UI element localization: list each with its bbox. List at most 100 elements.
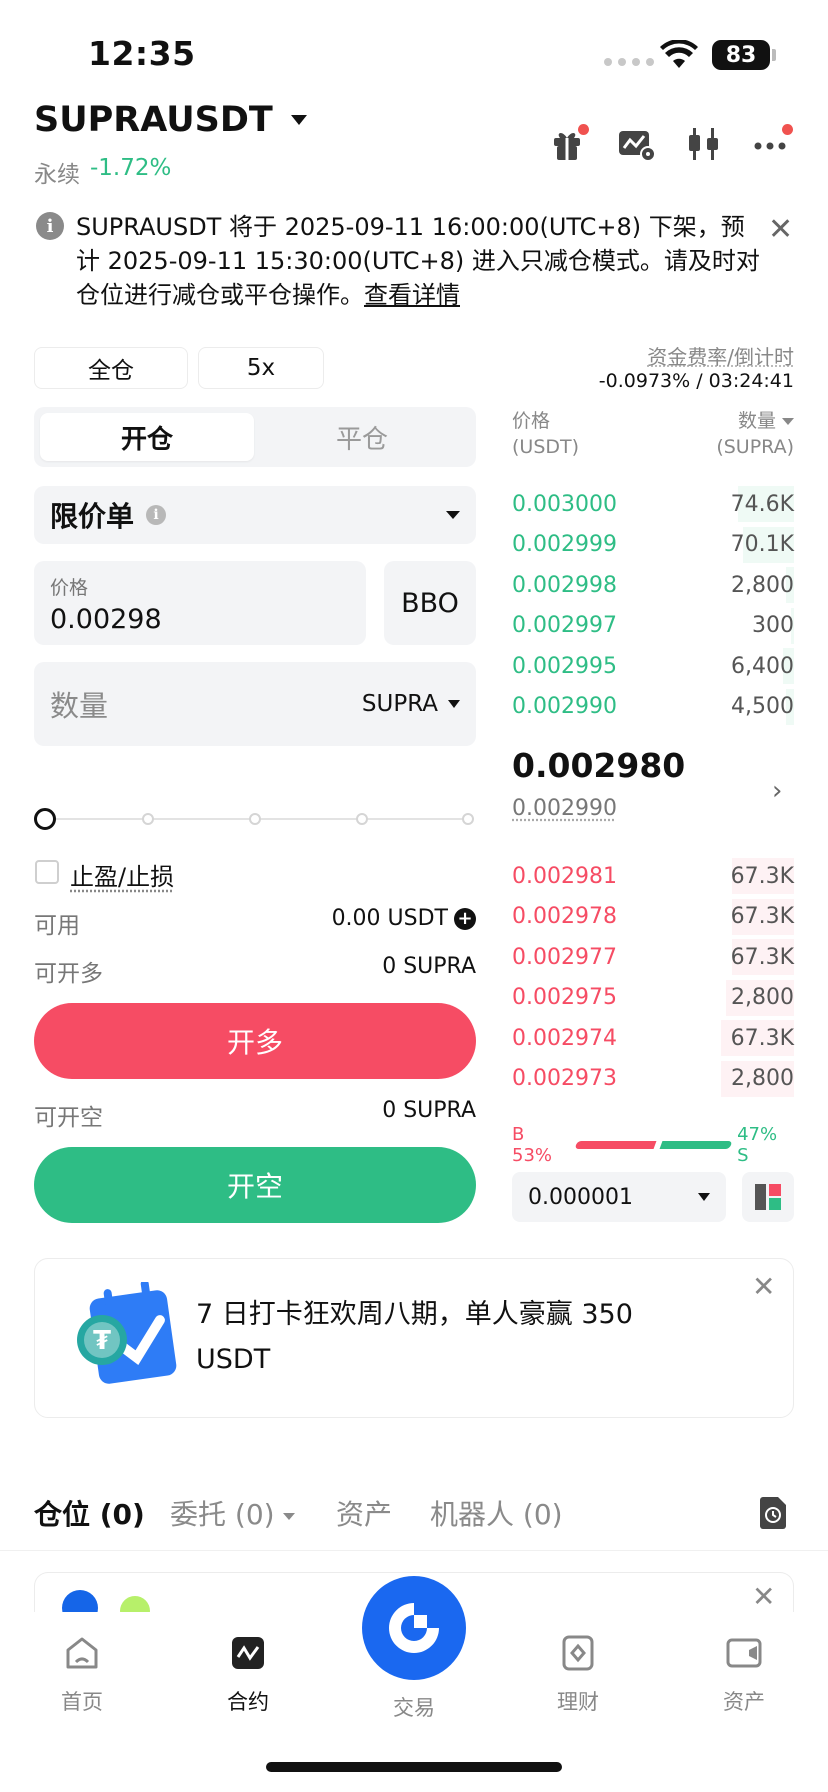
orderbook-row[interactable]: 0.002990 4,500 — [512, 687, 794, 727]
more-icon[interactable] — [752, 124, 793, 164]
max-short-value: 0 SUPRA — [382, 1098, 476, 1123]
max-short-label: 可开空 — [34, 1105, 103, 1131]
quantity-placeholder: 数量 — [50, 689, 109, 723]
orderbook-qty: 2,800 — [731, 985, 794, 1010]
nav-assets-label: 资产 — [723, 1690, 765, 1714]
deposit-plus-icon[interactable]: + — [454, 908, 476, 930]
tpsl-label[interactable]: 止盈/止损 — [70, 857, 174, 892]
precision-select[interactable]: 0.000001 — [512, 1172, 726, 1222]
orderbook-price: 0.002999 — [512, 532, 617, 557]
margin-mode-button[interactable]: 全仓 — [34, 347, 188, 389]
slider-step-25[interactable] — [142, 813, 154, 825]
max-long-value: 0 SUPRA — [382, 954, 476, 979]
calendar-check-icon: ₮ — [70, 1279, 180, 1398]
tab-close[interactable]: 平仓 — [254, 413, 470, 461]
orderbook-row[interactable]: 0.002997 300 — [512, 606, 794, 646]
open-short-button[interactable]: 开空 — [34, 1147, 476, 1223]
tab-positions[interactable]: 仓位 (0) — [34, 1493, 145, 1533]
orderbook-row[interactable]: 0.002978 67.3K — [512, 897, 794, 937]
slider-step-100[interactable] — [462, 813, 474, 825]
close-icon[interactable]: ✕ — [752, 1580, 775, 1613]
gift-icon[interactable] — [548, 124, 589, 164]
divider — [0, 1550, 828, 1551]
funding-rate-value: -0.0973% / 03:24:41 — [598, 370, 794, 392]
orderbook-qty: 67.3K — [730, 863, 794, 889]
wallet-icon — [726, 1638, 762, 1668]
tab-assets[interactable]: 资产 — [336, 1493, 392, 1533]
nav-earn[interactable]: 理财 — [518, 1634, 638, 1716]
battery-cap — [772, 49, 776, 61]
chevron-down-icon — [446, 511, 460, 519]
nav-contract-label: 合约 — [227, 1690, 269, 1714]
funding-rate-label[interactable]: 资金费率/倒计时 — [580, 341, 794, 370]
orderbook-qty-header[interactable]: 数量 (SUPRA) — [650, 408, 794, 460]
sell-ratio-bar — [659, 1141, 733, 1149]
nav-trade-label[interactable]: 交易 — [354, 1692, 474, 1722]
available-label: 可用 — [34, 913, 80, 939]
tab-orders[interactable]: 委托 (0) — [170, 1493, 296, 1533]
price-value[interactable]: 0.00298 — [50, 604, 350, 635]
precision-value: 0.000001 — [528, 1184, 633, 1210]
orderbook-qty: 2,800 — [731, 1066, 794, 1091]
orderbook-row[interactable]: 0.002998 2,800 — [512, 565, 794, 605]
tpsl-checkbox[interactable] — [35, 860, 59, 884]
orderbook-row[interactable]: 0.002981 67.3K — [512, 856, 794, 896]
buy-ratio-bar — [574, 1141, 657, 1149]
slider-step-75[interactable] — [356, 813, 368, 825]
price-header: 价格 — [512, 410, 551, 432]
quantity-unit-select[interactable]: SUPRA — [362, 691, 460, 717]
slider-step-50[interactable] — [249, 813, 261, 825]
orderbook-row[interactable]: 0.002975 2,800 — [512, 978, 794, 1018]
tab-bots[interactable]: 机器人 (0) — [430, 1493, 563, 1533]
notification-dot — [782, 124, 793, 135]
orderbook-price: 0.002977 — [512, 944, 617, 970]
open-long-button[interactable]: 开多 — [34, 1003, 476, 1079]
available-balance: 0.00 USDT + — [200, 906, 476, 931]
orderbook-row[interactable]: 0.002974 67.3K — [512, 1018, 794, 1058]
chevron-down-icon — [283, 1512, 296, 1520]
notice-details-link[interactable]: 查看详情 — [364, 281, 460, 309]
orderbook-row[interactable]: 0.003000 74.6K — [512, 484, 794, 524]
notification-dot — [578, 124, 589, 135]
orderbook-row[interactable]: 0.002995 6,400 — [512, 646, 794, 686]
bbo-button[interactable]: BBO — [384, 561, 476, 645]
earn-icon — [562, 1635, 594, 1671]
delisting-notice: SUPRAUSDT 将于 2025-09-11 16:00:00(UTC+8) … — [76, 210, 766, 312]
chevron-down-icon — [448, 700, 460, 708]
close-icon[interactable]: ✕ — [752, 1270, 775, 1303]
orderbook-row[interactable]: 0.002973 2,800 — [512, 1059, 794, 1099]
symbol-selector[interactable]: SUPRAUSDT — [34, 100, 307, 140]
nav-trade-button[interactable] — [362, 1576, 466, 1680]
history-document-icon[interactable] — [758, 1496, 788, 1534]
chevron-down-icon — [782, 418, 794, 425]
nav-home[interactable]: 首页 — [22, 1634, 142, 1716]
close-icon[interactable]: ✕ — [768, 212, 793, 247]
leverage-button[interactable]: 5x — [198, 347, 324, 389]
buy-ratio: B 53% — [512, 1124, 553, 1166]
orderbook-price: 0.002997 — [512, 613, 617, 638]
home-icon — [66, 1637, 98, 1669]
quantity-input[interactable]: 数量 SUPRA — [34, 662, 476, 746]
orderbook-row[interactable]: 0.002999 70.1K — [512, 525, 794, 565]
price-input[interactable]: 价格 0.00298 — [34, 561, 366, 645]
orderbook-row[interactable]: 0.002977 67.3K — [512, 937, 794, 977]
max-long-label: 可开多 — [34, 961, 103, 987]
quantity-slider-handle[interactable] — [34, 808, 56, 830]
info-icon[interactable]: i — [146, 505, 167, 525]
orderbook-qty: 6,400 — [731, 653, 794, 679]
chevron-right-icon[interactable]: › — [772, 776, 782, 806]
orderbook-price: 0.002990 — [512, 694, 617, 719]
tab-open[interactable]: 开仓 — [40, 413, 254, 461]
order-type-select[interactable]: 限价单 i — [34, 486, 476, 544]
nav-assets[interactable]: 资产 — [684, 1634, 804, 1716]
orderbook-layout-icon[interactable] — [742, 1172, 794, 1222]
candlestick-icon[interactable] — [684, 124, 724, 164]
orderbook-qty: 4,500 — [731, 694, 794, 719]
nav-earn-label: 理财 — [557, 1690, 599, 1714]
last-price[interactable]: 0.002980 — [512, 746, 685, 785]
orderbook-qty: 67.3K — [730, 944, 794, 970]
nav-contract[interactable]: 合约 — [188, 1634, 308, 1716]
chart-settings-icon[interactable] — [616, 124, 656, 164]
trade-logo-icon — [389, 1603, 439, 1653]
mark-price[interactable]: 0.002990 — [512, 796, 617, 821]
